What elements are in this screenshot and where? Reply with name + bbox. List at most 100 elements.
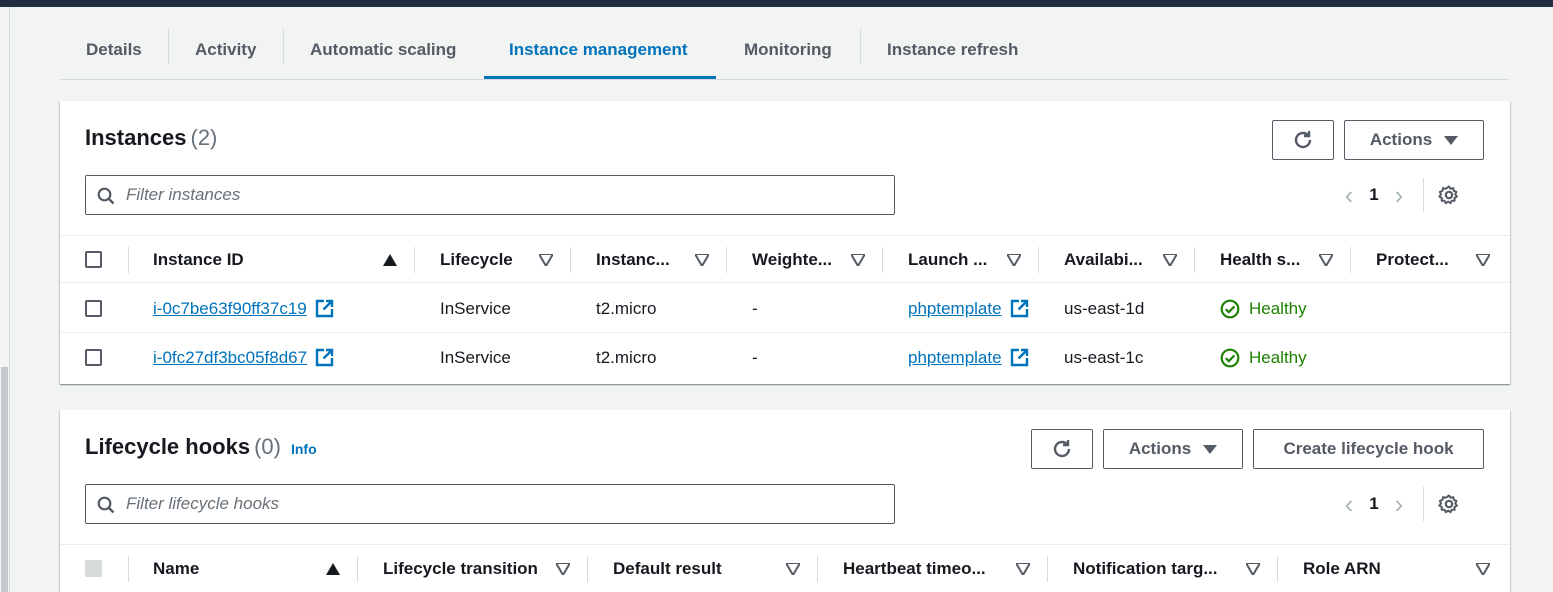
col-instance-type[interactable]: Instanc... [596, 236, 670, 284]
launch-template-cell: phptemplate [908, 284, 1029, 333]
external-link-icon[interactable] [1010, 348, 1029, 367]
tab-bar: Details Activity Automatic scaling Insta… [60, 20, 1509, 80]
instance-id-link[interactable]: i-0c7be63f90ff37c19 [153, 299, 307, 319]
actions-label: Actions [1369, 130, 1433, 149]
tab-separator [168, 28, 169, 64]
col-protected[interactable]: Protect... [1376, 236, 1449, 284]
search-icon [97, 187, 115, 205]
refresh-button[interactable] [1031, 429, 1093, 469]
instances-count: (2) [190, 125, 218, 150]
launch-template-link[interactable]: phptemplate [908, 299, 1002, 319]
launch-template-link[interactable]: phptemplate [908, 348, 1002, 368]
sort-icon[interactable] [1476, 563, 1490, 575]
col-lifecycle[interactable]: Lifecycle [440, 236, 513, 284]
sort-icon[interactable] [1007, 254, 1021, 266]
external-link-icon[interactable] [1010, 299, 1029, 318]
page-number[interactable]: 1 [1359, 494, 1389, 514]
gear-icon[interactable] [1438, 493, 1460, 515]
create-lifecycle-hook-button[interactable]: Create lifecycle hook [1253, 429, 1484, 469]
instances-title-text: Instances [85, 125, 187, 150]
left-edge [0, 7, 10, 592]
col-separator [128, 247, 129, 273]
sort-icon[interactable] [851, 254, 865, 266]
tab-activity[interactable]: Activity [195, 20, 256, 79]
instance-id-link[interactable]: i-0fc27df3bc05f8d67 [153, 348, 307, 368]
refresh-button[interactable] [1272, 120, 1334, 160]
actions-button[interactable]: Actions [1103, 429, 1243, 469]
sort-icon[interactable] [1476, 254, 1490, 266]
col-separator [882, 247, 883, 273]
col-notification-target[interactable]: Notification targ... [1073, 545, 1218, 592]
prev-page-icon[interactable]: ‹ [1339, 489, 1359, 519]
health-status-text: Healthy [1249, 347, 1307, 367]
lifecycle-cell: InService [440, 298, 511, 318]
filter-lifecycle-hooks[interactable] [85, 484, 895, 524]
select-all-checkbox [85, 560, 102, 577]
instance-type-cell: t2.micro [596, 298, 657, 318]
col-name[interactable]: Name [153, 545, 199, 592]
select-all-checkbox[interactable] [85, 251, 102, 268]
col-launch-template[interactable]: Launch ... [908, 236, 987, 284]
sort-icon[interactable] [786, 563, 800, 575]
lifecycle-cell: InService [440, 347, 511, 367]
sort-ascending-icon[interactable] [326, 563, 340, 575]
tab-separator [860, 28, 861, 64]
info-link[interactable]: Info [291, 441, 317, 457]
col-default-result[interactable]: Default result [613, 545, 722, 592]
next-page-icon[interactable]: › [1389, 180, 1409, 210]
refresh-icon [1053, 440, 1071, 458]
col-lifecycle-transition[interactable]: Lifecycle transition [383, 545, 538, 592]
active-tab-indicator [484, 76, 716, 79]
filter-lifecycle-hooks-input[interactable] [126, 489, 886, 519]
sort-icon[interactable] [1163, 254, 1177, 266]
sort-icon[interactable] [1016, 563, 1030, 575]
sort-icon[interactable] [539, 254, 553, 266]
search-icon [97, 496, 115, 514]
col-separator [817, 556, 818, 582]
top-bar [0, 0, 1553, 7]
external-link-icon[interactable] [315, 348, 334, 367]
tab-monitoring[interactable]: Monitoring [744, 20, 832, 79]
external-link-icon[interactable] [315, 299, 334, 318]
gear-icon[interactable] [1438, 184, 1460, 206]
col-separator [587, 556, 588, 582]
sort-ascending-icon[interactable] [383, 254, 397, 266]
create-lifecycle-hook-label: Create lifecycle hook [1283, 439, 1454, 458]
table-row[interactable]: i-0c7be63f90ff37c19 InService t2.micro -… [60, 284, 1510, 333]
col-separator [128, 556, 129, 582]
prev-page-icon[interactable]: ‹ [1339, 180, 1359, 210]
col-heartbeat-timeout[interactable]: Heartbeat timeo... [843, 545, 986, 592]
caret-down-icon [1203, 444, 1218, 454]
row-checkbox[interactable] [85, 349, 102, 366]
sort-icon[interactable] [1246, 563, 1260, 575]
table-row[interactable]: i-0fc27df3bc05f8d67 InService t2.micro -… [60, 333, 1510, 382]
col-instance-id[interactable]: Instance ID [153, 236, 244, 284]
sort-icon[interactable] [695, 254, 709, 266]
sort-icon[interactable] [1319, 254, 1333, 266]
instances-table-header: Instance ID Lifecycle Instanc... Weighte… [60, 235, 1510, 283]
filter-instances[interactable] [85, 175, 895, 215]
tab-instance-refresh[interactable]: Instance refresh [887, 20, 1018, 79]
col-role-arn[interactable]: Role ARN [1303, 545, 1381, 592]
next-page-icon[interactable]: › [1389, 489, 1409, 519]
pager-separator [1423, 178, 1424, 212]
tab-details[interactable]: Details [86, 20, 142, 79]
col-weighted-capacity[interactable]: Weighte... [752, 236, 832, 284]
col-health-status[interactable]: Health s... [1220, 236, 1300, 284]
filter-instances-input[interactable] [126, 180, 886, 210]
weighted-capacity-cell: - [752, 347, 758, 367]
row-checkbox[interactable] [85, 300, 102, 317]
instances-panel: Instances(2) Actions ‹ 1 › Instance ID L… [60, 101, 1510, 384]
tab-instance-management[interactable]: Instance management [509, 20, 688, 79]
scrollbar[interactable] [1, 367, 8, 592]
actions-button[interactable]: Actions [1344, 120, 1484, 160]
pagination: ‹ 1 › [1339, 484, 1460, 524]
instance-id-cell: i-0fc27df3bc05f8d67 [153, 333, 334, 382]
sort-icon[interactable] [556, 563, 570, 575]
col-separator [1350, 247, 1351, 273]
page-number[interactable]: 1 [1359, 185, 1389, 205]
col-separator [1038, 247, 1039, 273]
tab-automatic-scaling[interactable]: Automatic scaling [310, 20, 456, 79]
col-availability-zone[interactable]: Availabi... [1064, 236, 1143, 284]
lifecycle-hooks-title: Lifecycle hooks (0) Info [85, 434, 317, 460]
